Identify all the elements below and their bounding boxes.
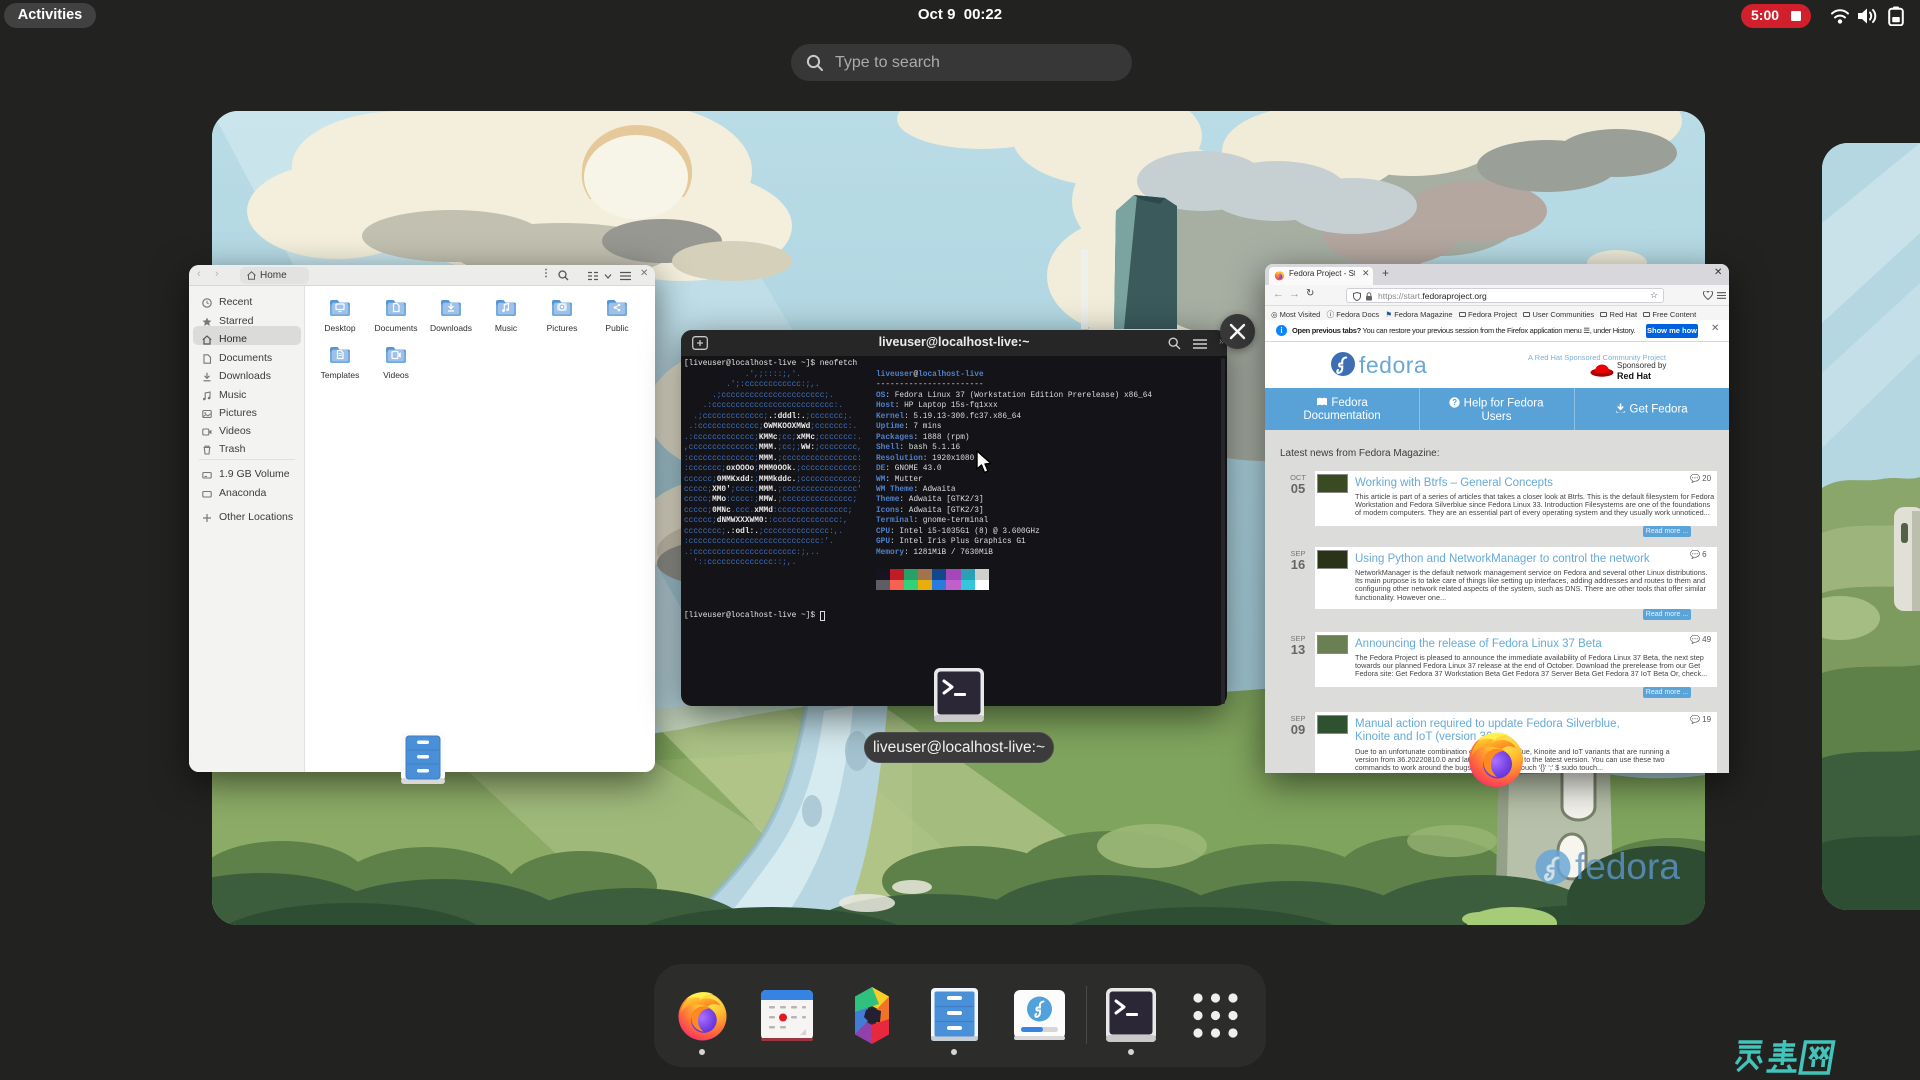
svg-text:fedora: fedora <box>1575 846 1680 887</box>
svg-text:?: ? <box>1453 398 1458 407</box>
